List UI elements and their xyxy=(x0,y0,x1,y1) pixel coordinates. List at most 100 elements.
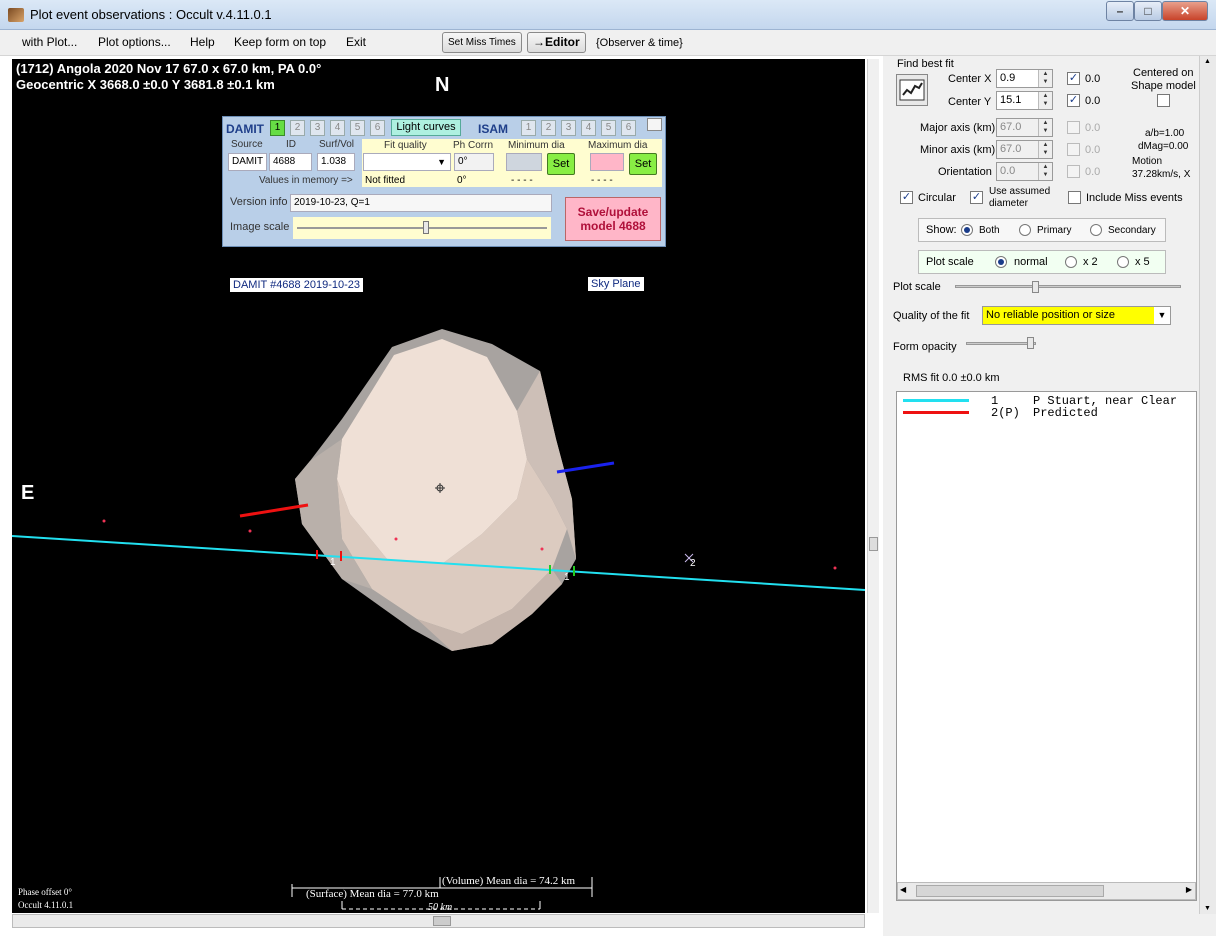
menu-help[interactable]: Help xyxy=(190,35,215,49)
chord-2-label: 2 xyxy=(690,558,696,569)
plot-version: Occult 4.11.0.1 xyxy=(18,900,74,910)
minor-axis-input[interactable]: 67.0 ▲ ▼ xyxy=(996,140,1053,159)
scroll-left-icon[interactable]: ◀ xyxy=(900,885,906,894)
circular-checkbox[interactable]: ✓ xyxy=(900,191,913,204)
set-max-dia-button[interactable]: Set xyxy=(629,153,657,175)
damit-model-1[interactable]: 1 xyxy=(270,120,285,136)
damit-model-5[interactable]: 5 xyxy=(350,120,365,136)
scale-x5-label: x 5 xyxy=(1135,256,1150,268)
form-opacity-slider[interactable] xyxy=(966,342,1036,345)
fit-quality-dropdown[interactable]: ▼ xyxy=(363,153,451,171)
surface-mean-dia: (Surface) Mean dia = 77.0 km xyxy=(306,888,439,900)
scroll-down-icon[interactable]: ▼ xyxy=(1204,905,1211,912)
damit-model-6[interactable]: 6 xyxy=(370,120,385,136)
centered-on-shape-checkbox[interactable] xyxy=(1157,94,1170,107)
window-title: Plot event observations : Occult v.4.11.… xyxy=(30,7,272,22)
memory-max: - - - - xyxy=(591,175,613,186)
title-bar: Plot event observations : Occult v.4.11.… xyxy=(0,0,1216,30)
isam-model-5[interactable]: 5 xyxy=(601,120,616,136)
menu-exit[interactable]: Exit xyxy=(346,35,366,49)
splitter[interactable] xyxy=(867,59,879,913)
form-opacity-label: Form opacity xyxy=(893,341,957,353)
include-miss-label: Include Miss events xyxy=(1086,192,1183,204)
form-opacity-thumb[interactable] xyxy=(1027,337,1034,349)
menu-with-plot[interactable]: with Plot... xyxy=(22,35,77,49)
isam-model-2[interactable]: 2 xyxy=(541,120,556,136)
isam-model-6[interactable]: 6 xyxy=(621,120,636,136)
menu-plot-options[interactable]: Plot options... xyxy=(98,35,171,49)
observer-time-label: {Observer & time} xyxy=(596,37,683,49)
surfvol-header: Surf/Vol xyxy=(319,139,355,150)
major-axis-fit-value: 0.0 xyxy=(1085,122,1101,134)
minimize-button[interactable]: – xyxy=(1106,1,1134,21)
major-axis-fit-checkbox[interactable] xyxy=(1067,121,1080,134)
minor-axis-fit-checkbox[interactable] xyxy=(1067,143,1080,156)
legend-line-2 xyxy=(903,411,969,414)
legend-scrollbar-thumb[interactable] xyxy=(916,885,1104,897)
blue-marker xyxy=(556,461,615,474)
damit-model-3[interactable]: 3 xyxy=(310,120,325,136)
isam-model-4[interactable]: 4 xyxy=(581,120,596,136)
scale-x5-radio[interactable] xyxy=(1117,256,1129,268)
editor-button[interactable]: →Editor xyxy=(527,32,586,53)
orientation-input[interactable]: 0.0 ▲ ▼ xyxy=(996,162,1053,181)
damit-model-4[interactable]: 4 xyxy=(330,120,345,136)
legend-horizontal-scrollbar[interactable]: ◀ ▶ xyxy=(897,882,1196,900)
center-x-input[interactable]: 0.9 ▲ ▼ xyxy=(996,69,1053,88)
rms-fit-label: RMS fit 0.0 ±0.0 km xyxy=(903,372,1000,384)
observer-legend-list[interactable]: 1 P Stuart, near Clear 2(P) Predicted ◀ … xyxy=(896,391,1197,901)
isam-model-1[interactable]: 1 xyxy=(521,120,536,136)
plot-horizontal-scrollbar[interactable] xyxy=(12,914,865,928)
damit-model-2[interactable]: 2 xyxy=(290,120,305,136)
isam-model-3[interactable]: 3 xyxy=(561,120,576,136)
min-dia-header: Minimum dia xyxy=(508,140,565,151)
use-assumed-label-2: diameter xyxy=(989,198,1028,209)
panel-toggle-checkbox[interactable] xyxy=(647,118,662,131)
close-button[interactable]: ✕ xyxy=(1162,1,1208,21)
major-axis-input[interactable]: 67.0 ▲ ▼ xyxy=(996,118,1053,137)
ab-ratio: a/b=1.00 xyxy=(1145,128,1185,139)
scale-normal-radio[interactable] xyxy=(995,256,1007,268)
find-best-fit-button[interactable] xyxy=(896,74,928,106)
plot-scale-slider[interactable] xyxy=(955,285,1181,288)
maximize-button[interactable]: □ xyxy=(1134,1,1162,21)
save-line2: model 4688 xyxy=(580,219,646,233)
ph-corrn-header: Ph Corrn xyxy=(453,140,494,151)
scroll-right-icon[interactable]: ▶ xyxy=(1186,885,1192,894)
version-info-field[interactable]: 2019-10-23, Q=1 xyxy=(290,194,552,212)
center-x-fit-checkbox[interactable]: ✓ xyxy=(1067,72,1080,85)
set-miss-times-button[interactable]: Set Miss Times xyxy=(442,32,522,53)
orientation-fit-checkbox[interactable] xyxy=(1067,165,1080,178)
legend-num-2: 2(P) xyxy=(991,406,1020,420)
scroll-up-icon[interactable]: ▲ xyxy=(1204,58,1211,65)
plot-scrollbar-thumb[interactable] xyxy=(433,916,451,926)
show-both-radio[interactable] xyxy=(961,224,973,236)
plot-scale-slider-label: Plot scale xyxy=(893,281,941,293)
plot-scale-thumb[interactable] xyxy=(1032,281,1039,293)
use-assumed-label-1: Use assumed xyxy=(989,186,1051,197)
light-curves-button[interactable]: Light curves xyxy=(391,119,461,136)
surfvol-value: 1.038 xyxy=(317,153,355,171)
quality-dropdown[interactable]: No reliable position or size ▼ xyxy=(982,306,1171,325)
window-vertical-scrollbar[interactable]: ▲ ▼ xyxy=(1199,56,1216,914)
image-scale-slider[interactable] xyxy=(293,217,551,239)
save-update-model-button[interactable]: Save/update model 4688 xyxy=(565,197,661,241)
show-secondary-radio[interactable] xyxy=(1090,224,1102,236)
scale-x2-radio[interactable] xyxy=(1065,256,1077,268)
show-primary-radio[interactable] xyxy=(1019,224,1031,236)
set-min-dia-button[interactable]: Set xyxy=(547,153,575,175)
phase-offset: Phase offset 0° xyxy=(18,887,72,897)
image-scale-thumb[interactable] xyxy=(423,221,429,234)
ph-corrn-value[interactable]: 0° xyxy=(454,153,494,171)
include-miss-checkbox[interactable] xyxy=(1068,191,1081,204)
centered-on-label: Centered on xyxy=(1133,67,1194,79)
use-assumed-checkbox[interactable]: ✓ xyxy=(970,191,983,204)
splitter-handle[interactable] xyxy=(869,537,878,551)
fit-chart-icon xyxy=(899,79,925,101)
max-dia-value[interactable] xyxy=(590,153,624,171)
menu-keep-on-top[interactable]: Keep form on top xyxy=(234,35,326,49)
min-dia-value[interactable] xyxy=(506,153,542,171)
center-y-fit-checkbox[interactable]: ✓ xyxy=(1067,94,1080,107)
chord-1-label-b: 1 xyxy=(564,572,570,583)
center-y-input[interactable]: 15.1 ▲ ▼ xyxy=(996,91,1053,110)
